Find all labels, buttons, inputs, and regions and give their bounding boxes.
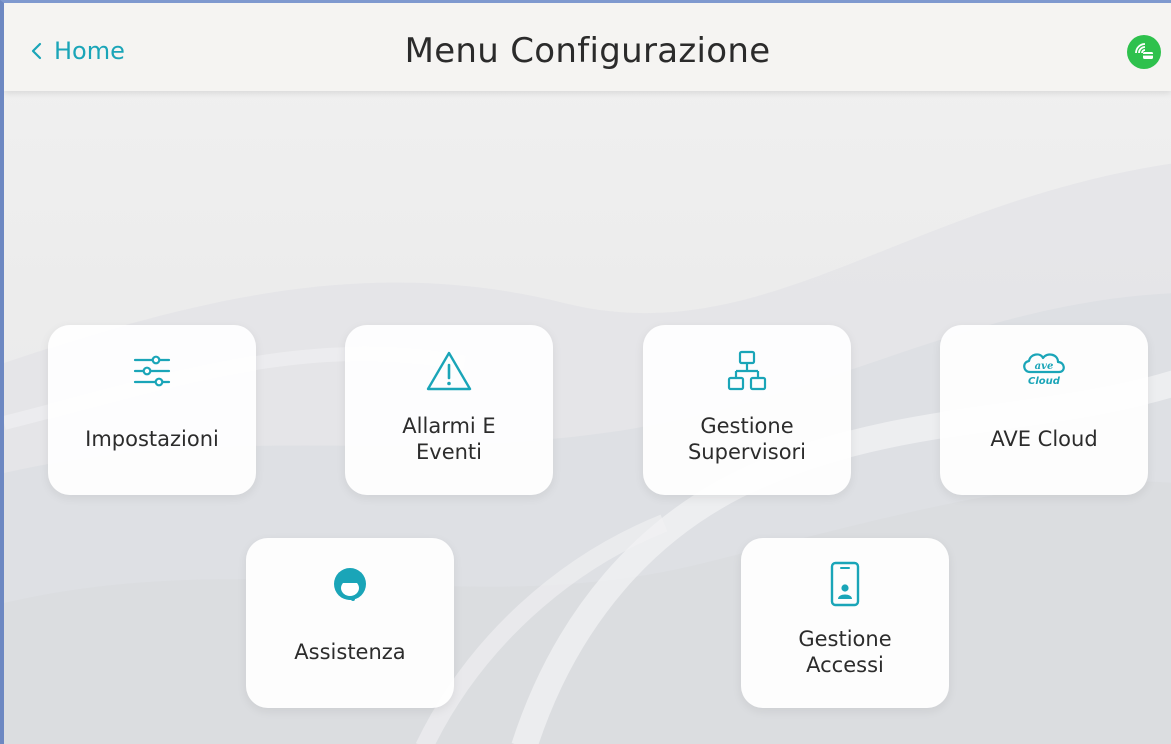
tile-label: Allarmi E Eventi: [402, 414, 496, 464]
top-bar: Home Menu Configurazione: [4, 3, 1171, 91]
tile-label: Gestione Accessi: [798, 627, 892, 677]
remote-connection-icon[interactable]: [1127, 35, 1161, 69]
app-window: Home Menu Configurazione Impostazioni Al…: [0, 0, 1171, 744]
page-title: Menu Configurazione: [404, 31, 771, 71]
svg-text:ave: ave: [1035, 361, 1054, 372]
tile-label: Gestione Supervisori: [687, 414, 807, 464]
svg-text:Cloud: Cloud: [1028, 376, 1061, 387]
tile-label: Assistenza: [294, 640, 406, 664]
tile-label: AVE Cloud: [990, 427, 1098, 451]
tile-gestione-accessi[interactable]: Gestione Accessi: [741, 538, 949, 708]
tablet-user-icon: [741, 561, 949, 607]
tile-gestione-supervisori[interactable]: Gestione Supervisori: [643, 325, 851, 495]
tile-impostazioni[interactable]: Impostazioni: [48, 325, 256, 495]
sliders-icon: [48, 349, 256, 393]
tile-assistenza[interactable]: Assistenza: [246, 538, 454, 708]
tile-allarmi-eventi[interactable]: Allarmi E Eventi: [345, 325, 553, 495]
headset-icon: [246, 562, 454, 606]
tile-label: Impostazioni: [85, 427, 219, 451]
warning-icon: [345, 349, 553, 393]
hierarchy-icon: [643, 349, 851, 393]
ave-cloud-icon: ave Cloud: [940, 349, 1148, 393]
tile-ave-cloud[interactable]: ave Cloud AVE Cloud: [940, 325, 1148, 495]
